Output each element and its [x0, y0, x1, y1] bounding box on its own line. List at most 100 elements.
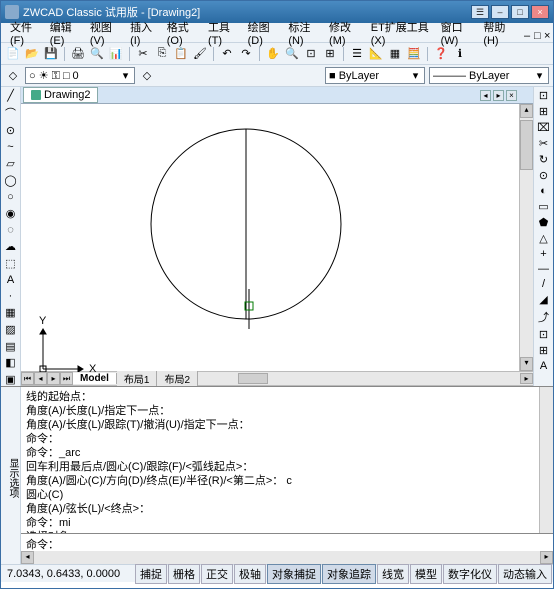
draw-tool-15[interactable]: ▤: [3, 339, 18, 353]
modify-tool-17[interactable]: A: [540, 360, 547, 372]
menu-edit[interactable]: 编辑(E): [45, 17, 85, 49]
props-icon[interactable]: ☰: [349, 46, 365, 62]
hscroll-right-icon[interactable]: ▸: [540, 551, 553, 564]
modify-tool-12[interactable]: /: [542, 278, 545, 290]
draw-tool-1[interactable]: ⌒: [3, 106, 18, 121]
modify-tool-5[interactable]: ⊙: [539, 169, 548, 182]
tab-model[interactable]: Model: [73, 373, 117, 384]
modify-tool-10[interactable]: +: [540, 248, 546, 260]
hlp2-icon[interactable]: ℹ: [452, 46, 468, 62]
menu-file[interactable]: 文件(F): [5, 17, 45, 49]
layer-selector[interactable]: ○ ☀ ⚿ □ 0 ▾: [25, 67, 135, 84]
sheet-icon[interactable]: ▦: [387, 46, 403, 62]
draw-tool-14[interactable]: ▨: [3, 323, 18, 337]
modify-tool-4[interactable]: ↻: [539, 153, 548, 166]
status-线宽[interactable]: 线宽: [377, 564, 409, 584]
tab-close-icon[interactable]: ×: [506, 90, 517, 101]
layer-mgr-icon[interactable]: ◇: [5, 68, 21, 84]
modify-tool-16[interactable]: ⊞: [539, 344, 548, 357]
cmd-hscroll[interactable]: ◂ ▸: [21, 551, 553, 564]
match-icon[interactable]: 🖌: [192, 46, 208, 62]
canvas-vscroll[interactable]: ▴ ▾: [519, 104, 533, 371]
menu-modify[interactable]: 修改(M): [324, 17, 366, 49]
cmd-side-label[interactable]: 显示选项: [1, 387, 21, 564]
draw-tool-9[interactable]: ☁: [3, 240, 18, 254]
preview-icon[interactable]: 🔍: [89, 46, 105, 62]
draw-tool-5[interactable]: ◯: [3, 173, 18, 187]
command-history[interactable]: 线的起始点：角度(A)/长度(L)/指定下一点：角度(A)/长度(L)/跟踪(T…: [21, 387, 553, 534]
canvas-hscroll[interactable]: ▸: [198, 373, 533, 384]
status-模型[interactable]: 模型: [410, 564, 442, 584]
modify-tool-3[interactable]: ✂: [539, 137, 548, 150]
menu-window[interactable]: 窗口(W): [436, 17, 479, 49]
calc-icon[interactable]: 🧮: [406, 46, 422, 62]
draw-tool-8[interactable]: ◌: [3, 223, 18, 237]
status-正交[interactable]: 正交: [201, 564, 233, 584]
save-icon[interactable]: 💾: [43, 46, 59, 62]
new-icon[interactable]: 📄: [5, 46, 21, 62]
scroll-up-icon[interactable]: ▴: [520, 104, 533, 118]
layer-prev-icon[interactable]: ◇: [139, 68, 155, 84]
modify-tool-7[interactable]: ▭: [538, 200, 548, 213]
mdi-min-icon[interactable]: –: [519, 28, 529, 38]
hscroll-left-icon[interactable]: ◂: [21, 551, 34, 564]
menu-insert[interactable]: 插入(I): [125, 17, 162, 49]
hscroll-thumb[interactable]: [238, 373, 268, 384]
dim-icon[interactable]: 📐: [368, 46, 384, 62]
status-极轴[interactable]: 极轴: [234, 564, 266, 584]
cut-icon[interactable]: ✂: [135, 46, 151, 62]
modify-tool-11[interactable]: —: [538, 263, 549, 275]
color-selector[interactable]: ■ ByLayer ▾: [325, 67, 425, 84]
tab-next-icon[interactable]: ▸: [47, 372, 60, 385]
modify-tool-2[interactable]: ⌧: [537, 121, 550, 134]
menu-dim[interactable]: 标注(N): [283, 17, 324, 49]
draw-tool-3[interactable]: ~: [3, 140, 18, 154]
plot-icon[interactable]: 📊: [108, 46, 124, 62]
draw-tool-0[interactable]: ╱: [3, 89, 18, 103]
menu-view[interactable]: 视图(V): [85, 17, 125, 49]
zoom-icon[interactable]: 🔍: [284, 46, 300, 62]
draw-tool-17[interactable]: ▣: [3, 373, 18, 387]
redo-icon[interactable]: ↷: [238, 46, 254, 62]
modify-tool-15[interactable]: ⊡: [539, 328, 548, 341]
mdi-max-icon[interactable]: □: [529, 28, 539, 38]
modify-tool-0[interactable]: ⊡: [539, 89, 548, 102]
coordinates[interactable]: 7.0343, 0.6433, 0.0000: [1, 568, 135, 580]
status-对象捕捉[interactable]: 对象捕捉: [267, 564, 321, 584]
draw-tool-12[interactable]: ·: [3, 290, 18, 304]
status-数字化仪[interactable]: 数字化仪: [443, 564, 497, 584]
modify-tool-14[interactable]: ⤴: [538, 309, 549, 325]
draw-tool-2[interactable]: ⊙: [3, 124, 18, 138]
hscroll-right-icon[interactable]: ▸: [520, 373, 533, 384]
cmd-vscroll[interactable]: [539, 387, 553, 533]
draw-tool-16[interactable]: ◧: [3, 356, 18, 370]
mdi-close-icon[interactable]: ×: [539, 28, 549, 38]
modify-tool-6[interactable]: ◐: [540, 185, 547, 197]
tab-first-icon[interactable]: ⏮: [21, 372, 34, 385]
status-栅格[interactable]: 栅格: [168, 564, 200, 584]
status-捕捉[interactable]: 捕捉: [135, 564, 167, 584]
paste-icon[interactable]: 📋: [173, 46, 189, 62]
draw-tool-10[interactable]: ⬚: [3, 256, 18, 270]
modify-tool-9[interactable]: △: [539, 232, 547, 245]
zoome-icon[interactable]: ⊞: [322, 46, 338, 62]
status-对象追踪[interactable]: 对象追踪: [322, 564, 376, 584]
tab-right-icon[interactable]: ▸: [493, 90, 504, 101]
menu-format[interactable]: 格式(O): [162, 17, 203, 49]
open-icon[interactable]: 📂: [24, 46, 40, 62]
menu-tools[interactable]: 工具(T): [203, 17, 243, 49]
status-动态输入[interactable]: 动态输入: [498, 564, 552, 584]
zoomw-icon[interactable]: ⊡: [303, 46, 319, 62]
help-icon[interactable]: ❓: [433, 46, 449, 62]
tab-layout2[interactable]: 布局2: [157, 371, 198, 386]
print-icon[interactable]: 🖨: [70, 46, 86, 62]
draw-tool-4[interactable]: ▱: [3, 157, 18, 171]
scroll-down-icon[interactable]: ▾: [520, 357, 533, 371]
tab-layout1[interactable]: 布局1: [117, 371, 158, 386]
scroll-thumb[interactable]: [520, 120, 533, 170]
draw-tool-13[interactable]: ▦: [3, 306, 18, 320]
undo-icon[interactable]: ↶: [219, 46, 235, 62]
doc-tab-active[interactable]: Drawing2: [23, 87, 98, 103]
close-button[interactable]: ×: [531, 5, 549, 19]
modify-tool-8[interactable]: ⬟: [539, 216, 549, 229]
